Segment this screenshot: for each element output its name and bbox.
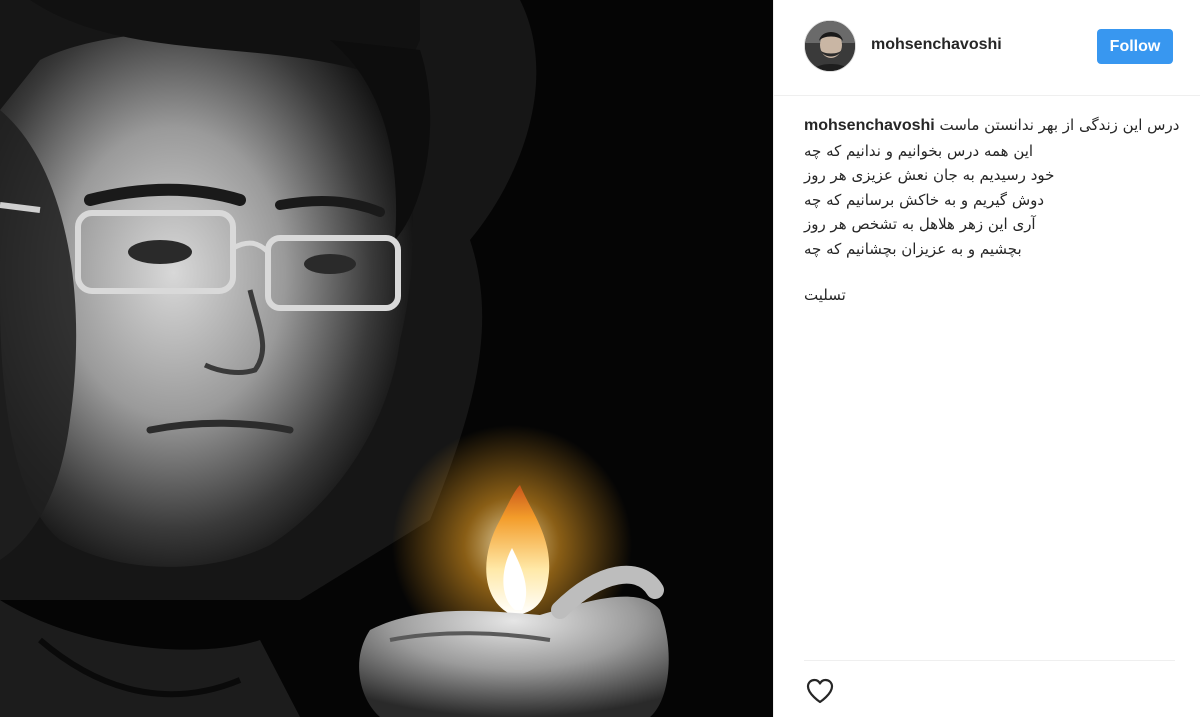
caption-first-verse: درس این زندگی از بهر ندانستن ماست [939,116,1180,134]
post-sidebar: mohsenchavoshi Follow mohsenchavoshi درس… [773,0,1200,717]
caption-verse-line: خود رسیدیم به جان نعش عزیزی هر روز [804,166,1055,184]
caption-verse-line: دوش گیریم و به خاکش برسانیم که چه [804,190,1045,209]
caption-closing: تسلیت [804,286,846,304]
caption-first-line: mohsenchavoshi درس این زندگی از بهر ندان… [804,113,1179,139]
post-photo[interactable] [0,0,773,717]
caption-username[interactable]: mohsenchavoshi [804,117,935,134]
post-header: mohsenchavoshi Follow [774,0,1200,96]
actions-divider [804,660,1175,661]
post-caption: mohsenchavoshi درس این زندگی از بهر ندان… [804,113,1179,308]
caption-verse-line: آری این زهر هلاهل به تشخص هر روز [804,215,1036,233]
heart-icon [806,678,834,704]
profile-avatar[interactable] [804,20,856,72]
like-button[interactable] [804,675,836,707]
avatar-portrait-icon [805,21,855,71]
follow-button[interactable]: Follow [1097,29,1173,64]
portrait-with-lighter-photo [0,0,773,717]
caption-verse-line: بچشیم و به عزیزان بچشانیم که چه [804,239,1022,258]
caption-verse-line: این همه درس بخوانیم و ندانیم که چه [804,141,1034,160]
header-username[interactable]: mohsenchavoshi [871,36,1002,54]
